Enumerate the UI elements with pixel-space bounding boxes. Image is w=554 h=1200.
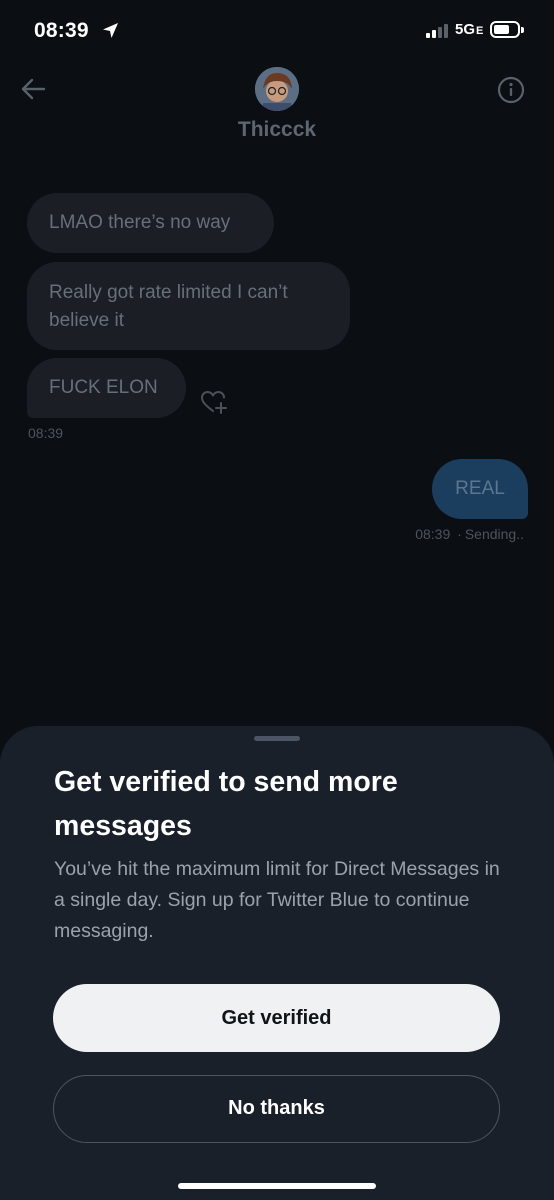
conversation-area: Thiccck LMAO there’s no way Really got r…: [0, 60, 554, 740]
sending-status: Sending..: [464, 526, 524, 542]
sheet-description: You’ve hit the maximum limit for Direct …: [54, 858, 500, 942]
message-timestamp: 08:39: [28, 425, 64, 441]
no-thanks-button[interactable]: No thanks: [53, 1075, 500, 1143]
sheet-title: Get verified to send more messages: [54, 766, 398, 842]
sheet-grabber[interactable]: [254, 736, 300, 741]
received-message[interactable]: LMAO there’s no way: [27, 193, 274, 253]
heart-plus-icon[interactable]: [200, 390, 228, 414]
info-circle-icon[interactable]: [497, 76, 525, 104]
network-type: 5GE: [455, 21, 484, 38]
location-arrow-icon: [103, 23, 118, 38]
sent-message-status: 08:39 · Sending..: [415, 526, 524, 542]
arrow-left-icon[interactable]: [20, 76, 46, 102]
avatar[interactable]: [255, 67, 299, 111]
sent-timestamp: 08:39: [415, 526, 451, 542]
get-verified-button[interactable]: Get verified: [53, 984, 500, 1052]
verification-bottom-sheet: Get verified to send more messages You’v…: [0, 726, 554, 1200]
received-message[interactable]: Really got rate limited I can’t believe …: [27, 262, 350, 350]
home-indicator[interactable]: [178, 1183, 376, 1189]
status-time: 08:39: [34, 19, 89, 42]
status-bar: 08:39 5GE: [0, 0, 554, 60]
battery-icon: [490, 21, 524, 38]
signal-bars-icon: [426, 24, 448, 38]
contact-name[interactable]: Thiccck: [0, 118, 554, 142]
received-message[interactable]: FUCK ELON: [27, 358, 186, 418]
sent-message[interactable]: REAL: [432, 459, 528, 519]
